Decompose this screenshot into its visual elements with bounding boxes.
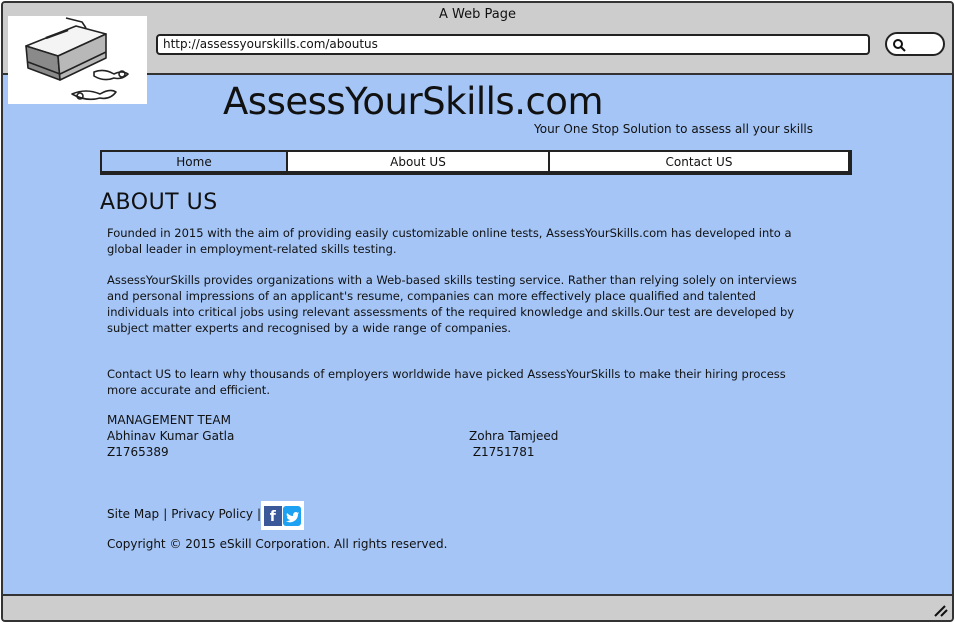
facebook-icon[interactable]: f <box>263 505 282 526</box>
about-paragraph-2: AssessYourSkills provides organizations … <box>107 273 797 335</box>
copyright-text: Copyright © 2015 eSkill Corporation. All… <box>107 537 448 551</box>
management-heading: MANAGEMENT TEAM <box>107 413 231 427</box>
browser-statusbar <box>3 594 952 620</box>
site-tagline: Your One Stop Solution to assess all you… <box>534 122 813 136</box>
search-icon <box>893 39 906 52</box>
search-button[interactable] <box>885 32 945 56</box>
member-name: Zohra Tamjeed <box>469 429 559 443</box>
main-navigation: Home About US Contact US <box>100 150 852 175</box>
privacy-policy-link[interactable]: Privacy Policy <box>171 506 253 522</box>
twitter-icon[interactable] <box>283 505 302 526</box>
toolbox-logo[interactable] <box>8 16 147 104</box>
about-paragraph-3: Contact US to learn why thousands of emp… <box>107 367 786 397</box>
footer-links: Site Map | Privacy Policy | <box>107 506 261 522</box>
resize-grip-icon[interactable] <box>932 603 948 617</box>
site-map-link[interactable]: Site Map <box>107 506 159 522</box>
nav-contact-us[interactable]: Contact US <box>550 152 848 171</box>
browser-window: A Web Page http://assessyourskills.com/a… <box>1 1 954 622</box>
about-paragraph-1: Founded in 2015 with the aim of providin… <box>107 226 792 256</box>
nav-about-us[interactable]: About US <box>288 152 550 171</box>
member-id: Z1751781 <box>469 445 535 459</box>
site-title: AssessYourSkills.com <box>223 80 603 123</box>
management-team: MANAGEMENT TEAM Abhinav Kumar Gatla Z176… <box>107 412 234 460</box>
footer-separator: | <box>163 507 168 521</box>
member-id: Z1765389 <box>107 445 169 459</box>
social-links: f <box>261 501 304 530</box>
nav-home[interactable]: Home <box>102 152 288 171</box>
management-member: Zohra Tamjeed Z1751781 <box>469 428 558 460</box>
address-bar[interactable]: http://assessyourskills.com/aboutus <box>156 34 870 55</box>
page-heading: ABOUT US <box>100 190 218 215</box>
toolbox-icon <box>25 17 129 101</box>
member-name: Abhinav Kumar Gatla <box>107 429 235 443</box>
